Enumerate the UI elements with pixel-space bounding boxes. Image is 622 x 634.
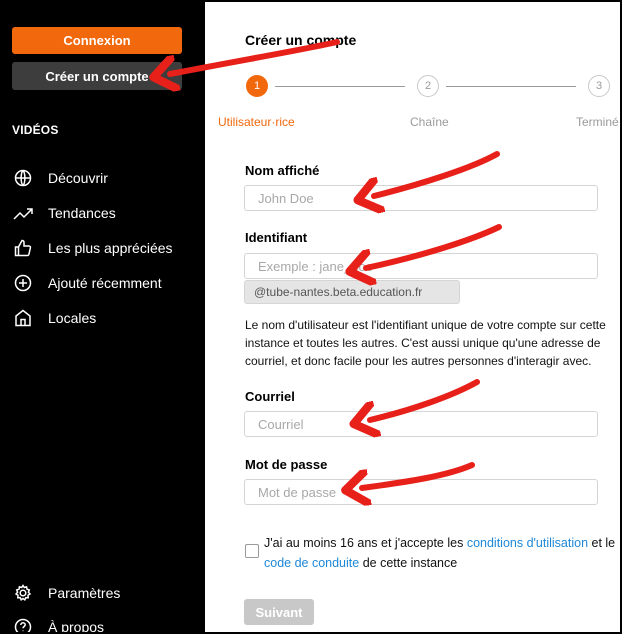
step-1-label: Utilisateur·rice: [218, 115, 295, 129]
step-divider: [446, 86, 576, 87]
sidebar-item-local[interactable]: Locales: [12, 307, 96, 329]
terms-middle: et le: [588, 536, 616, 550]
username-label: Identifiant: [245, 230, 308, 245]
signup-panel: Créer un compte 1 2 3 Utilisateur·rice C…: [205, 2, 620, 632]
sidebar-item-trending[interactable]: Tendances: [12, 202, 116, 224]
sidebar-item-most-liked[interactable]: Les plus appréciées: [12, 237, 173, 259]
globe-icon: [12, 167, 34, 189]
terms-prefix: J'ai au moins 16 ans et j'accepte les: [264, 536, 467, 550]
sidebar-item-label: Découvrir: [48, 170, 108, 186]
trending-icon: [12, 202, 34, 224]
terms-suffix: de cette instance: [359, 556, 458, 570]
sidebar-item-label: Paramètres: [48, 585, 121, 601]
display-name-input[interactable]: [244, 185, 598, 211]
username-help-text: Le nom d'utilisateur est l'identifiant u…: [245, 318, 606, 368]
terms-text: J'ai au moins 16 ans et j'accepte les co…: [264, 533, 620, 573]
step-divider: [275, 86, 405, 87]
next-button[interactable]: Suivant: [244, 599, 314, 625]
sidebar-item-label: Locales: [48, 310, 97, 326]
page-title: Créer un compte: [245, 32, 357, 48]
email-input[interactable]: [244, 411, 598, 437]
terms-checkbox[interactable]: [245, 544, 259, 558]
sidebar-item-label: À propos: [48, 619, 105, 634]
step-2-label: Chaîne: [410, 115, 449, 129]
sidebar-item-discover[interactable]: Découvrir: [12, 167, 108, 189]
sidebar: Connexion Créer un compte VIDÉOS Découvr…: [2, 2, 205, 634]
sidebar-item-label: Tendances: [48, 205, 116, 221]
screenshot-frame: Connexion Créer un compte VIDÉOS Découvr…: [0, 0, 622, 634]
sidebar-item-label: Les plus appréciées: [48, 240, 173, 256]
plus-circle-icon: [12, 272, 34, 294]
display-name-label: Nom affiché: [245, 163, 320, 178]
step-3-label: Terminé: [576, 115, 619, 129]
sidebar-item-label: Ajouté récemment: [48, 275, 162, 291]
username-input[interactable]: [244, 253, 598, 279]
sidebar-item-about[interactable]: À propos: [12, 616, 105, 634]
email-label: Courriel: [245, 389, 295, 404]
password-input[interactable]: [244, 479, 598, 505]
thumbs-up-icon: [12, 237, 34, 259]
step-1-circle: 1: [246, 75, 268, 97]
step-2-circle: 2: [417, 75, 439, 97]
videos-section-title: VIDÉOS: [12, 123, 59, 137]
signup-stepper: 1 2 3 Utilisateur·rice Chaîne Terminé: [205, 75, 620, 135]
help-icon: [12, 616, 34, 632]
terms-of-use-link[interactable]: conditions d'utilisation: [467, 536, 588, 550]
password-label: Mot de passe: [245, 457, 328, 472]
home-icon: [12, 307, 34, 329]
username-domain-suffix: @tube-nantes.beta.education.fr: [244, 280, 460, 304]
sidebar-item-settings[interactable]: Paramètres: [12, 582, 120, 604]
gear-icon: [12, 582, 34, 604]
code-of-conduct-link[interactable]: code de conduite: [264, 556, 359, 570]
step-3-circle: 3: [588, 75, 610, 97]
login-button[interactable]: Connexion: [12, 27, 182, 54]
sidebar-item-recently-added[interactable]: Ajouté récemment: [12, 272, 162, 294]
create-account-button[interactable]: Créer un compte: [12, 62, 182, 90]
